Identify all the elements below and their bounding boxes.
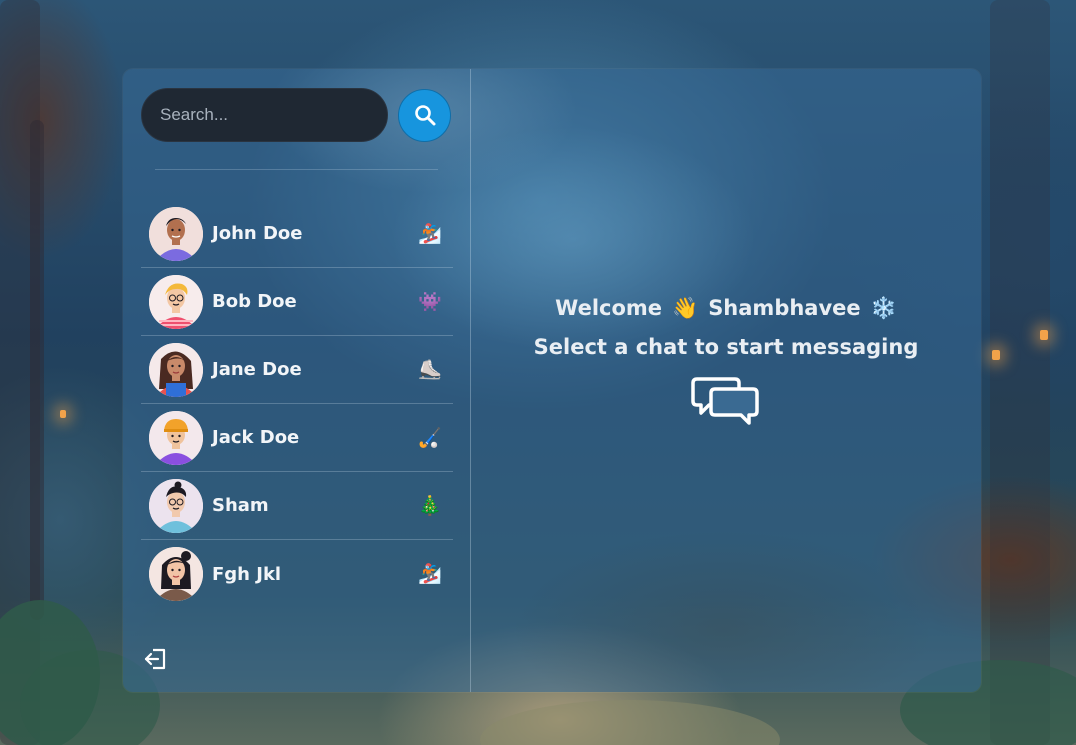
chat-bubbles-icon — [691, 375, 761, 436]
avatar — [149, 547, 203, 601]
contact-item[interactable]: Fgh Jkl 🏂 — [141, 540, 453, 608]
contact-name: Fgh Jkl — [212, 563, 282, 585]
snowflake-emoji: ❄️ — [870, 295, 897, 320]
search-bar — [141, 87, 452, 143]
contact-emoji: 🎄 — [418, 495, 442, 517]
contact-item[interactable]: Jack Doe 🏑 — [141, 404, 453, 472]
chat-area: Welcome 👋 Shambhavee ❄️ Select a chat to… — [471, 69, 981, 692]
contact-emoji: 🏂 — [418, 564, 442, 585]
contact-item[interactable]: Sham 🎄 — [141, 472, 453, 540]
contact-item[interactable]: John Doe 🏂 — [141, 200, 453, 268]
chat-app-panel: John Doe 🏂 — [123, 69, 981, 692]
contact-emoji: 🏂 — [418, 223, 442, 245]
contact-emoji: 👾 — [418, 291, 442, 313]
contact-name: Sham — [212, 495, 269, 516]
select-chat-prompt: Select a chat to start messaging — [533, 334, 919, 359]
contact-name: Jack Doe — [212, 427, 300, 448]
sidebar-divider — [155, 169, 438, 170]
search-icon — [414, 105, 435, 126]
contact-emoji: 🏑 — [418, 427, 442, 449]
avatar — [149, 206, 203, 261]
welcome-greeting: Welcome — [555, 296, 663, 320]
sidebar: John Doe 🏂 — [123, 69, 471, 692]
search-input[interactable] — [141, 88, 388, 142]
contact-list: John Doe 🏂 Bob Doe 👾 Jane Doe ⛸️ Jack Do… — [141, 200, 453, 608]
avatar — [149, 410, 203, 465]
avatar — [149, 478, 203, 533]
avatar — [149, 274, 203, 329]
logout-icon — [144, 648, 166, 670]
contact-item[interactable]: Jane Doe ⛸️ — [141, 336, 453, 404]
contact-name: Jane Doe — [212, 359, 302, 380]
logout-button[interactable] — [143, 646, 169, 672]
welcome-line: Welcome 👋 Shambhavee ❄️ — [555, 296, 897, 321]
contact-item[interactable]: Bob Doe 👾 — [141, 268, 453, 336]
wave-emoji: 👋 — [672, 295, 699, 320]
contact-name: John Doe — [212, 223, 303, 244]
search-button[interactable] — [398, 88, 451, 142]
avatar — [149, 342, 203, 397]
username: Shambhavee — [708, 296, 861, 320]
contact-emoji: ⛸️ — [418, 359, 442, 381]
contact-name: Bob Doe — [212, 291, 297, 312]
